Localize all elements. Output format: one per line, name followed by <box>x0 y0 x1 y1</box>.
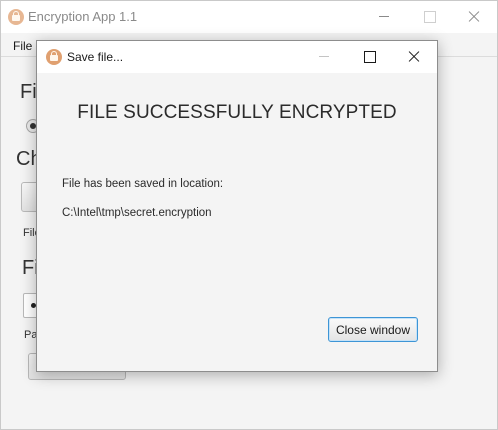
dialog-title: Save file... <box>67 50 124 64</box>
close-window-button[interactable]: Close window <box>328 317 418 342</box>
menu-file[interactable]: File <box>13 39 32 53</box>
section-heading-file: Fi <box>20 81 37 103</box>
save-file-dialog: Save file... FILE SUCCESSFULLY ENCRYPTED… <box>36 40 438 372</box>
saved-file-path: C:\Intel\tmp\secret.encryption <box>62 207 212 219</box>
close-icon[interactable] <box>391 41 437 73</box>
main-titlebar: Encryption App 1.1 <box>1 1 497 33</box>
maximize-icon[interactable] <box>346 41 392 73</box>
close-icon[interactable] <box>451 1 497 33</box>
main-window-title: Encryption App 1.1 <box>28 9 138 24</box>
lock-icon <box>8 9 24 25</box>
dialog-titlebar: Save file... <box>37 41 437 73</box>
success-heading: FILE SUCCESSFULLY ENCRYPTED <box>77 102 397 123</box>
minimize-icon[interactable] <box>361 1 407 33</box>
minimize-icon[interactable] <box>301 41 347 73</box>
maximize-icon[interactable] <box>406 1 452 33</box>
lock-icon <box>46 49 62 65</box>
saved-location-label: File has been saved in location: <box>62 178 224 190</box>
